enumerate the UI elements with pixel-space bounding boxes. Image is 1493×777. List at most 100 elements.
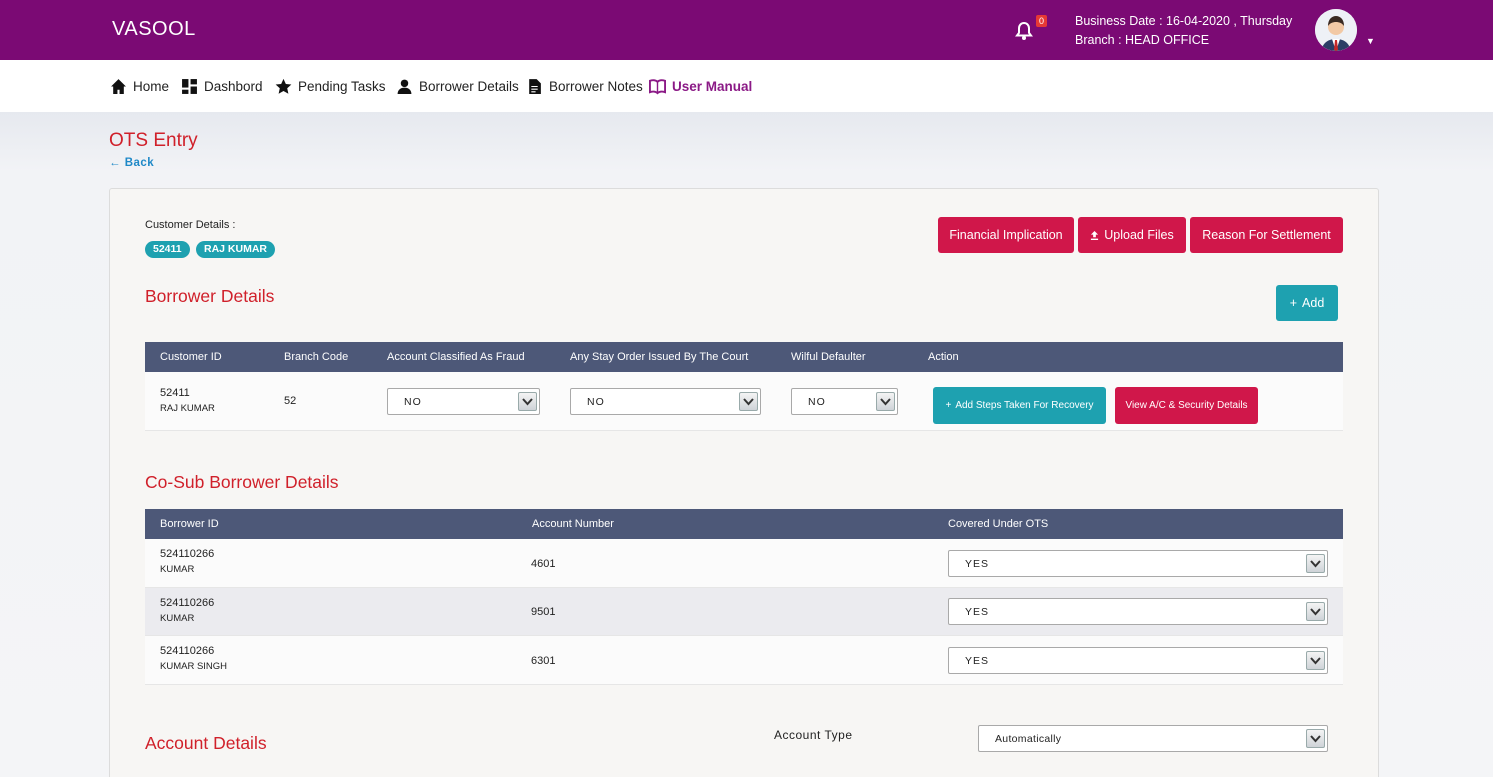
branch-name: Branch : HEAD OFFICE <box>1075 33 1210 47</box>
notification-count-badge: 0 <box>1036 15 1048 27</box>
nav-item-pending-tasks[interactable]: Pending Tasks <box>275 78 386 95</box>
borrower-id-cell: 524110266 KUMAR <box>160 597 214 624</box>
column-header: Covered Under OTS <box>948 518 1049 530</box>
back-label: Back <box>124 157 155 169</box>
star-icon <box>275 78 292 94</box>
chevron-down-icon <box>518 392 537 411</box>
column-header: Any Stay Order Issued By The Court <box>570 351 749 363</box>
button-label: View A/C & Security Details <box>1125 400 1248 411</box>
borrower-details-title: Borrower Details <box>145 286 275 306</box>
borrower-id-cell: 524110266 KUMAR SINGH <box>160 645 227 672</box>
account-details-title: Account Details <box>145 733 267 753</box>
nav-item-borrower-notes[interactable]: Borrower Notes <box>526 78 643 95</box>
account-number-cell: 9501 <box>531 606 556 618</box>
select-value: NO <box>404 396 422 408</box>
borrower-id: 524110266 <box>160 645 215 657</box>
nav-item-label: Pending Tasks <box>298 79 386 94</box>
customer-name: RAJ KUMAR <box>160 403 215 414</box>
business-date: Business Date : 16-04-2020 , Thursday <box>1075 14 1293 28</box>
chevron-down-icon <box>1306 554 1325 573</box>
column-header: Wilful Defaulter <box>791 351 866 363</box>
top-bar: VASOOL 0 Business Date : 16-04-2020 , Th… <box>0 0 1493 60</box>
business-info: Business Date : 16-04-2020 , Thursday Br… <box>1075 12 1292 50</box>
stay-order-select[interactable]: NO <box>570 388 761 415</box>
chevron-down-icon <box>1306 729 1325 748</box>
select-value: YES <box>965 558 990 570</box>
button-label: Financial Implication <box>949 228 1063 242</box>
wilful-defaulter-select[interactable]: NO <box>791 388 898 415</box>
select-value: YES <box>965 655 990 667</box>
button-label: Upload Files <box>1104 228 1174 242</box>
nav-item-borrower-details[interactable]: Borrower Details <box>396 78 519 95</box>
borrower-name: KUMAR <box>160 564 195 575</box>
customer-name-chip: RAJ KUMAR <box>196 241 275 258</box>
chevron-down-icon <box>876 392 895 411</box>
select-value: NO <box>808 396 826 408</box>
nav-item-label: Dashbord <box>204 79 263 94</box>
document-icon <box>529 79 541 94</box>
customer-id: 52411 <box>160 387 190 399</box>
select-value: NO <box>587 396 605 408</box>
button-label: Add <box>1302 296 1325 310</box>
customer-id-chip: 52411 <box>145 241 190 258</box>
chevron-down-icon <box>739 392 758 411</box>
nav-item-label: Borrower Details <box>419 79 519 94</box>
column-header: Account Number <box>532 518 614 530</box>
avatar[interactable] <box>1315 9 1357 51</box>
nav-item-label: Borrower Notes <box>549 79 643 94</box>
column-header: Account Classified As Fraud <box>387 351 525 363</box>
user-icon <box>397 79 412 94</box>
main-nav: Home Dashbord Pending Tasks Borrower Det… <box>0 60 1493 112</box>
back-link[interactable]: ← Back <box>109 157 154 169</box>
button-label: Add Steps Taken For Recovery <box>955 400 1094 411</box>
account-type-label: Account Type <box>774 728 853 742</box>
account-number-cell: 4601 <box>531 558 556 570</box>
borrower-id: 524110266 <box>160 548 215 560</box>
add-steps-recovery-button[interactable]: + Add Steps Taken For Recovery <box>933 387 1106 424</box>
add-button[interactable]: + Add <box>1276 285 1338 321</box>
home-icon <box>111 79 126 94</box>
chevron-down-icon[interactable]: ▼ <box>1366 36 1375 46</box>
borrower-name: KUMAR SINGH <box>160 661 228 672</box>
button-label: Reason For Settlement <box>1202 228 1331 242</box>
upload-icon <box>1091 230 1099 240</box>
account-type-select[interactable]: Automatically <box>978 725 1328 752</box>
chevron-down-icon <box>1306 602 1325 621</box>
branch-code-cell: 52 <box>284 395 297 407</box>
nav-item-user-manual[interactable]: User Manual <box>649 78 752 95</box>
fraud-select[interactable]: NO <box>387 388 540 415</box>
covered-under-ots-select[interactable]: YES <box>948 647 1328 674</box>
customer-id-cell: 52411 RAJ KUMAR <box>160 387 215 414</box>
dashboard-icon <box>182 79 197 94</box>
borrower-id-cell: 524110266 KUMAR <box>160 548 214 575</box>
column-header: Action <box>928 351 959 363</box>
reason-for-settlement-button[interactable]: Reason For Settlement <box>1190 217 1343 253</box>
account-number-cell: 6301 <box>531 655 556 667</box>
arrow-left-icon: ← <box>109 157 125 169</box>
column-header: Branch Code <box>284 351 349 363</box>
borrower-id: 524110266 <box>160 597 215 609</box>
brand-logo[interactable]: VASOOL <box>112 18 196 41</box>
upload-files-button[interactable]: Upload Files <box>1078 217 1186 253</box>
financial-implication-button[interactable]: Financial Implication <box>938 217 1074 253</box>
column-header: Customer ID <box>160 351 222 363</box>
borrower-name: KUMAR <box>160 613 195 624</box>
book-icon <box>649 79 666 95</box>
covered-under-ots-select[interactable]: YES <box>948 550 1328 577</box>
co-sub-table-header: Borrower ID Account Number Covered Under… <box>145 509 1343 539</box>
bell-icon[interactable] <box>1014 20 1034 42</box>
customer-details-label: Customer Details : <box>145 219 236 231</box>
select-value: YES <box>965 606 990 618</box>
column-header: Borrower ID <box>160 518 219 530</box>
nav-item-dashboard[interactable]: Dashbord <box>181 78 263 95</box>
chevron-down-icon <box>1306 651 1325 670</box>
nav-item-home[interactable]: Home <box>110 78 169 95</box>
plus-icon: + <box>1289 296 1298 310</box>
nav-item-label: Home <box>133 79 170 94</box>
view-account-security-button[interactable]: View A/C & Security Details <box>1115 387 1258 424</box>
borrower-table-header: Customer ID Branch Code Account Classifi… <box>145 342 1343 372</box>
nav-item-label: User Manual <box>672 79 753 94</box>
covered-under-ots-select[interactable]: YES <box>948 598 1328 625</box>
co-sub-borrower-title: Co-Sub Borrower Details <box>145 472 339 492</box>
page-title: OTS Entry <box>109 130 198 151</box>
